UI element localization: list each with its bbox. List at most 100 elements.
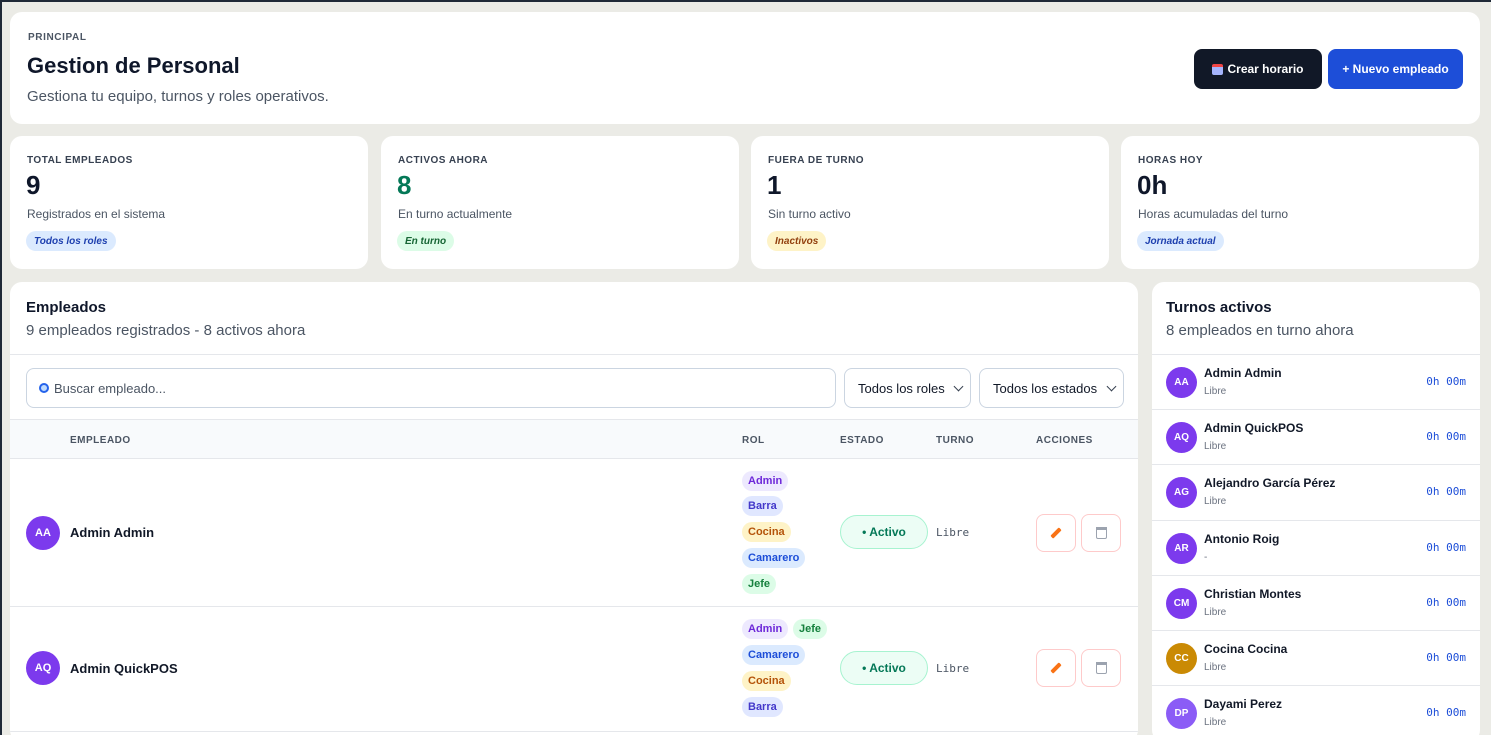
column-header-actions: ACCIONES: [1036, 435, 1093, 446]
shift-value: Libre: [936, 526, 970, 539]
role-badge: Camarero: [742, 645, 806, 665]
edit-button[interactable]: [1036, 649, 1076, 687]
calendar-icon: [1212, 63, 1224, 75]
divider: [10, 354, 1138, 355]
role-badge: Cocina: [742, 671, 791, 691]
search-placeholder: Buscar empleado...: [54, 380, 167, 396]
stat-description: En turno actualmente: [398, 207, 513, 221]
role-filter-select[interactable]: Todos los roles: [844, 368, 971, 408]
shift-duration: 0h 00m: [1426, 375, 1466, 388]
create-schedule-button[interactable]: Crear horario: [1194, 49, 1322, 89]
table-row: AA Admin Admin Admin Barra Cocina Camare…: [10, 459, 1138, 607]
stat-label: FUERA DE TURNO: [768, 155, 865, 166]
status-badge: • Activo: [840, 651, 928, 685]
shift-employee-name: Antonio Roig: [1204, 532, 1280, 546]
shift-employee-name: Admin Admin: [1204, 366, 1282, 380]
shift-employee-name: Dayami Perez: [1204, 697, 1283, 711]
list-item[interactable]: AQ Admin QuickPOS Libre 0h 00m: [1152, 409, 1480, 464]
column-header-state[interactable]: ESTADO: [840, 435, 884, 446]
stat-value: 9: [26, 170, 41, 200]
shift-duration: 0h 00m: [1426, 651, 1466, 664]
list-item[interactable]: CM Christian Montes Libre 0h 00m: [1152, 575, 1480, 630]
active-shifts-panel: Turnos activos 8 empleados en turno ahor…: [1152, 282, 1480, 735]
stat-description: Horas acumuladas del turno: [1138, 207, 1289, 221]
chevron-down-icon: [953, 381, 964, 392]
stat-badge: En turno: [397, 231, 455, 251]
employee-name: Admin QuickPOS: [70, 661, 178, 676]
delete-button[interactable]: [1081, 514, 1121, 552]
avatar: AQ: [26, 651, 60, 685]
role-badge: Barra: [742, 496, 783, 516]
shift-employee-name: Admin QuickPOS: [1204, 421, 1304, 435]
page-title: Gestion de Personal: [27, 53, 240, 78]
stat-description: Sin turno activo: [768, 207, 851, 221]
stat-value: 0h: [1137, 170, 1168, 200]
stat-description: Registrados en el sistema: [27, 207, 166, 221]
avatar: AR: [1166, 533, 1197, 564]
shift-employee-name: Cocina Cocina: [1204, 642, 1288, 656]
table-row: AQ Admin QuickPOS Admin Jefe Camarero Co…: [10, 607, 1138, 732]
stat-card-off-shift: FUERA DE TURNO 1 Sin turno activo Inacti…: [751, 136, 1109, 269]
delete-button[interactable]: [1081, 649, 1121, 687]
column-header-employee[interactable]: EMPLEADO: [70, 435, 131, 446]
list-item[interactable]: AR Antonio Roig - 0h 00m: [1152, 520, 1480, 575]
section-subtitle: 8 empleados en turno ahora: [1166, 322, 1354, 339]
stat-card-total: TOTAL EMPLEADOS 9 Registrados en el sist…: [10, 136, 368, 269]
avatar: AQ: [1166, 422, 1197, 453]
state-filter-select[interactable]: Todos los estados: [979, 368, 1124, 408]
shift-employee-status: Libre: [1204, 607, 1227, 618]
role-badge: Admin: [742, 619, 789, 639]
role-badge: Camarero: [742, 548, 806, 568]
list-item[interactable]: CC Cocina Cocina Libre 0h 00m: [1152, 630, 1480, 685]
shift-duration: 0h 00m: [1426, 596, 1466, 609]
stat-value: 1: [767, 170, 782, 200]
page-subtitle: Gestiona tu equipo, turnos y roles opera…: [27, 88, 329, 105]
table-header: EMPLEADO ROL ESTADO TURNO ACCIONES: [10, 419, 1138, 459]
trash-icon: [1095, 527, 1107, 539]
stat-label: ACTIVOS AHORA: [398, 155, 489, 166]
stat-label: TOTAL EMPLEADOS: [27, 155, 133, 166]
shift-employee-status: -: [1204, 552, 1208, 563]
list-item[interactable]: DP Dayami Perez Libre 0h 00m: [1152, 685, 1480, 735]
search-input[interactable]: Buscar empleado...: [26, 368, 836, 408]
shift-duration: 0h 00m: [1426, 541, 1466, 554]
role-badge: Jefe: [793, 619, 828, 639]
pencil-icon: [1050, 527, 1062, 539]
shift-employee-status: Libre: [1204, 441, 1227, 452]
avatar: CC: [1166, 643, 1197, 674]
stat-label: HORAS HOY: [1138, 155, 1204, 166]
state-filter-value: Todos los estados: [993, 380, 1098, 396]
avatar: AA: [26, 516, 60, 550]
shift-value: Libre: [936, 662, 970, 675]
stat-badge: Jornada actual: [1137, 231, 1224, 251]
avatar: DP: [1166, 698, 1197, 729]
role-filter-value: Todos los roles: [858, 380, 945, 396]
role-badge: Admin: [742, 471, 789, 491]
page-header: PRINCIPAL Gestion de Personal Gestiona t…: [10, 12, 1480, 124]
status-badge: • Activo: [840, 515, 928, 549]
shift-employee-name: Alejandro García Pérez: [1204, 476, 1336, 490]
column-header-role[interactable]: ROL: [742, 435, 765, 446]
column-header-shift[interactable]: TURNO: [936, 435, 974, 446]
shift-employee-name: Christian Montes: [1204, 587, 1302, 601]
breadcrumb: PRINCIPAL: [28, 32, 87, 43]
trash-icon: [1095, 662, 1107, 674]
create-schedule-label: Crear horario: [1227, 62, 1304, 76]
employees-panel: Empleados 9 empleados registrados - 8 ac…: [10, 282, 1138, 735]
avatar: CM: [1166, 588, 1197, 619]
list-item[interactable]: AG Alejandro García Pérez Libre 0h 00m: [1152, 464, 1480, 519]
section-title: Empleados: [26, 299, 107, 316]
stat-badge: Inactivos: [767, 231, 827, 251]
section-title: Turnos activos: [1166, 299, 1272, 316]
shift-duration: 0h 00m: [1426, 706, 1466, 719]
list-item[interactable]: AA Admin Admin Libre 0h 00m: [1152, 354, 1480, 409]
stat-badge: Todos los roles: [26, 231, 116, 251]
edit-button[interactable]: [1036, 514, 1076, 552]
stat-value: 8: [397, 170, 412, 200]
role-badge: Cocina: [742, 522, 791, 542]
avatar: AG: [1166, 477, 1197, 508]
shift-employee-status: Libre: [1204, 386, 1227, 397]
shift-duration: 0h 00m: [1426, 430, 1466, 443]
new-employee-button[interactable]: + Nuevo empleado: [1328, 49, 1463, 89]
section-subtitle: 9 empleados registrados - 8 activos ahor…: [26, 322, 306, 339]
